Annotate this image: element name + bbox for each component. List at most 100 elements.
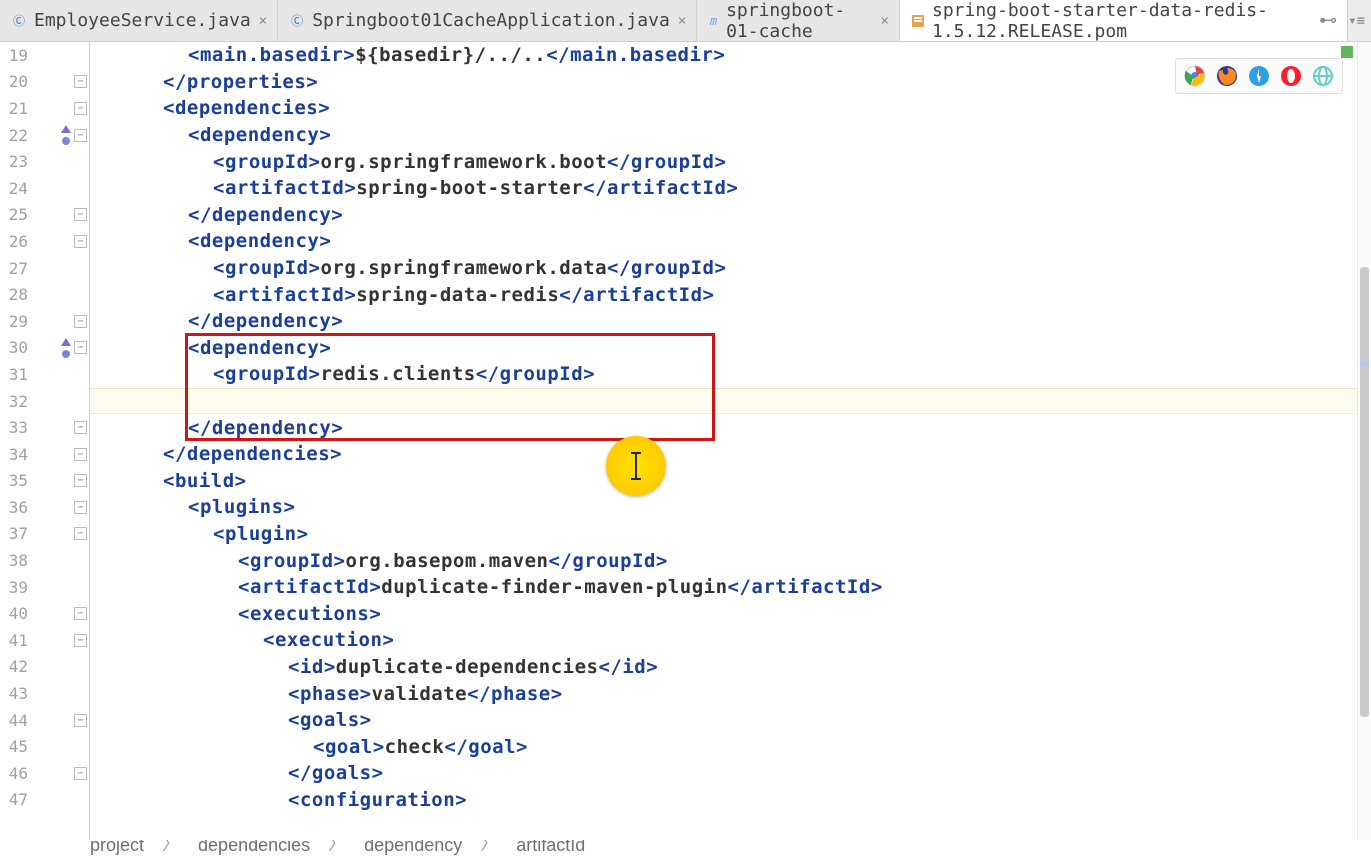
fold-toggle-icon[interactable]: − <box>74 474 87 487</box>
code-line[interactable]: <configuration> <box>90 787 1371 814</box>
line-number: 42 <box>0 654 36 681</box>
fold-toggle-icon[interactable]: − <box>74 714 87 727</box>
pom-file-icon <box>910 12 926 30</box>
fold-toggle-icon[interactable]: − <box>74 315 87 328</box>
code-line[interactable]: <artifactId>spring-data-redis</artifactI… <box>90 281 1371 308</box>
line-number: 19 <box>0 42 36 69</box>
gutter-cell <box>42 388 89 415</box>
vertical-scrollbar[interactable] <box>1357 42 1371 840</box>
code-line[interactable]: <execution> <box>90 627 1371 654</box>
implement-method-icon[interactable] <box>61 338 71 358</box>
icon-gutter: − − − − − − − − − − − − − − − − <box>42 42 90 840</box>
code-line[interactable]: <dependency> <box>90 335 1371 362</box>
code-line[interactable]: <goal>check</goal> <box>90 733 1371 760</box>
tab-employeeservice[interactable]: Ⓒ EmployeeService.java × <box>0 0 278 41</box>
gutter-cell <box>42 175 89 202</box>
gutter-cell <box>42 547 89 574</box>
tab-springboot01cacheapplication[interactable]: Ⓒ Springboot01CacheApplication.java × <box>278 0 697 41</box>
code-line[interactable]: </dependency> <box>90 308 1371 335</box>
fold-toggle-icon[interactable]: − <box>74 448 87 461</box>
gutter-cell: − <box>42 468 89 495</box>
code-area[interactable]: <main.basedir>${basedir}/../..</main.bas… <box>90 42 1371 840</box>
tab-springboot-01-cache[interactable]: m springboot-01-cache × <box>697 0 900 41</box>
code-line[interactable]: <groupId>org.springframework.data</group… <box>90 255 1371 282</box>
line-number: 21 <box>0 95 36 122</box>
chrome-icon[interactable] <box>1182 63 1208 89</box>
tab-overflow[interactable]: ▾≡ <box>1348 0 1371 41</box>
fold-toggle-icon[interactable]: − <box>74 501 87 514</box>
tab-label: spring-boot-starter-data-redis-1.5.12.RE… <box>932 0 1313 42</box>
gutter-cell: − <box>42 600 89 627</box>
breadcrumb-item[interactable]: dependencies <box>198 840 310 856</box>
code-line[interactable]: <build> <box>90 468 1371 495</box>
gutter-cell: − <box>42 441 89 468</box>
code-editor[interactable]: 1920212223242526272829303132333435363738… <box>0 42 1371 840</box>
pin-icon[interactable]: ⊷ <box>1319 10 1337 31</box>
editor-tabs: Ⓒ EmployeeService.java × Ⓒ Springboot01C… <box>0 0 1371 42</box>
fold-toggle-icon[interactable]: − <box>74 129 87 142</box>
close-icon[interactable]: × <box>881 13 889 29</box>
line-number: 43 <box>0 680 36 707</box>
gutter-cell <box>42 787 89 814</box>
code-line[interactable]: <id>duplicate-dependencies</id> <box>90 654 1371 681</box>
fold-toggle-icon[interactable]: − <box>74 208 87 221</box>
code-line[interactable]: <dependency> <box>90 122 1371 149</box>
code-line[interactable]: <artifactId>duplicate-finder-maven-plugi… <box>90 574 1371 601</box>
fold-toggle-icon[interactable]: − <box>74 75 87 88</box>
code-line[interactable]: <executions> <box>90 600 1371 627</box>
code-line[interactable]: <artifactId>spring-boot-starter</artifac… <box>90 175 1371 202</box>
line-number: 29 <box>0 308 36 335</box>
gutter-cell: − <box>42 228 89 255</box>
gutter-cell: − <box>42 521 89 548</box>
code-line[interactable]: </dependency> <box>90 202 1371 229</box>
line-number: 44 <box>0 707 36 734</box>
code-line[interactable]: </dependencies> <box>90 441 1371 468</box>
gutter-cell <box>42 680 89 707</box>
code-line[interactable]: </goals> <box>90 760 1371 787</box>
code-line[interactable]: <dependency> <box>90 228 1371 255</box>
safari-icon[interactable] <box>1246 63 1272 89</box>
fold-toggle-icon[interactable]: − <box>74 341 87 354</box>
code-line[interactable]: <plugin> <box>90 521 1371 548</box>
opera-icon[interactable] <box>1278 63 1304 89</box>
line-number: 22 <box>0 122 36 149</box>
scrollbar-thumb[interactable] <box>1360 267 1369 717</box>
fold-toggle-icon[interactable]: − <box>74 235 87 248</box>
gutter-cell <box>42 255 89 282</box>
code-line[interactable]: <plugins> <box>90 494 1371 521</box>
breadcrumb-item[interactable]: dependency <box>364 840 462 856</box>
fold-toggle-icon[interactable]: − <box>74 527 87 540</box>
line-number: 34 <box>0 441 36 468</box>
breadcrumb-item[interactable]: project <box>90 840 144 856</box>
line-number: 45 <box>0 733 36 760</box>
implement-method-icon[interactable] <box>61 125 71 145</box>
fold-toggle-icon[interactable]: − <box>74 767 87 780</box>
code-line[interactable]: </dependency> <box>90 414 1371 441</box>
fold-toggle-icon[interactable]: − <box>74 634 87 647</box>
close-icon[interactable]: × <box>678 13 686 29</box>
maven-module-icon: m <box>707 12 720 30</box>
fold-toggle-icon[interactable]: − <box>74 607 87 620</box>
tab-pom-redis[interactable]: spring-boot-starter-data-redis-1.5.12.RE… <box>900 0 1348 41</box>
breadcrumb-item[interactable]: artifactId <box>516 840 585 856</box>
gutter-cell: − <box>42 494 89 521</box>
code-line[interactable]: <dependencies> <box>90 95 1371 122</box>
firefox-icon[interactable] <box>1214 63 1240 89</box>
code-line[interactable]: <groupId>redis.clients</groupId> <box>90 361 1371 388</box>
code-line[interactable]: <goals> <box>90 707 1371 734</box>
inspection-status-icon[interactable] <box>1341 46 1353 58</box>
fold-toggle-icon[interactable]: − <box>74 421 87 434</box>
code-line[interactable]: <groupId>org.basepom.maven</groupId> <box>90 547 1371 574</box>
line-number: 46 <box>0 760 36 787</box>
gutter-cell: − <box>42 627 89 654</box>
close-icon[interactable]: × <box>259 13 267 29</box>
code-line[interactable]: <phase>validate</phase> <box>90 680 1371 707</box>
fold-toggle-icon[interactable]: − <box>74 102 87 115</box>
gutter-cell <box>42 148 89 175</box>
line-number: 26 <box>0 228 36 255</box>
chevron-right-icon: 〉 <box>162 840 180 856</box>
default-browser-icon[interactable] <box>1310 63 1336 89</box>
line-number: 38 <box>0 547 36 574</box>
code-line[interactable]: <groupId>org.springframework.boot</group… <box>90 148 1371 175</box>
line-number-gutter: 1920212223242526272829303132333435363738… <box>0 42 42 840</box>
